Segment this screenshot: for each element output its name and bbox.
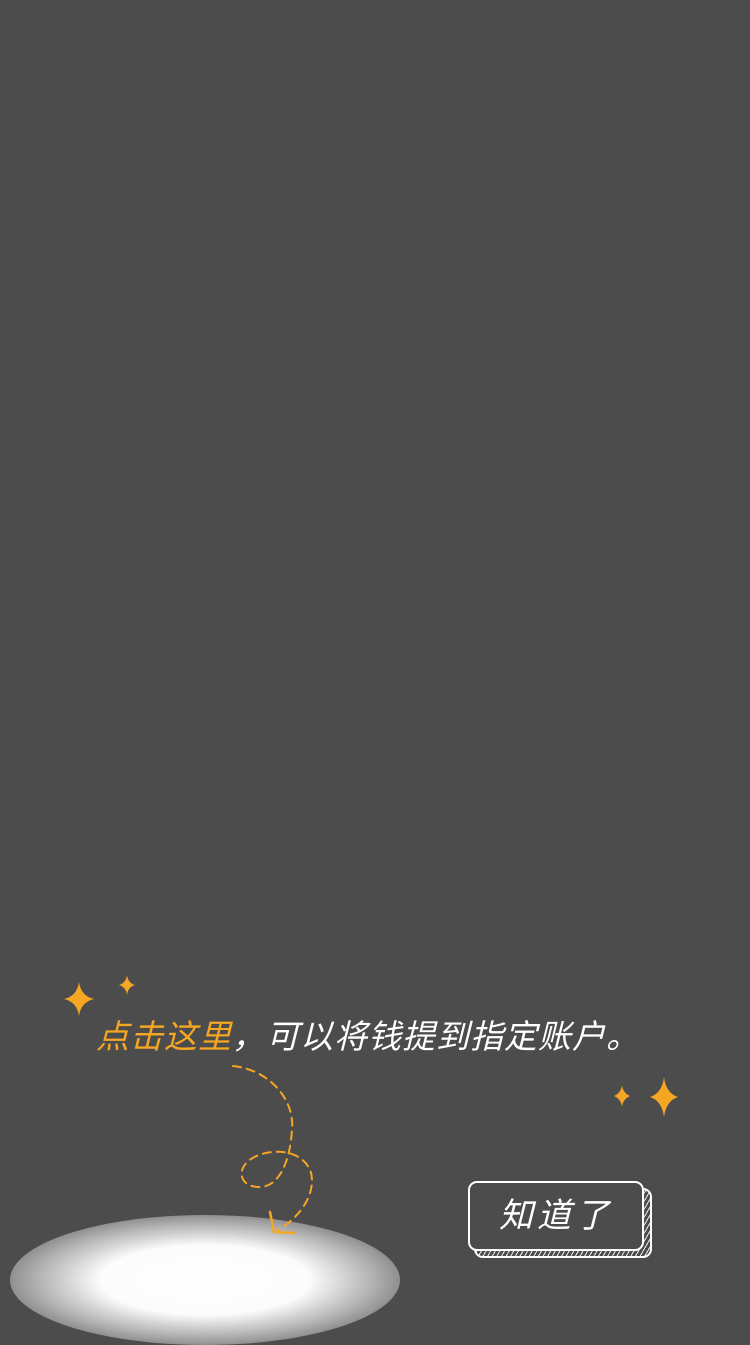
spotlight-highlight[interactable] — [10, 1215, 400, 1345]
got-it-button[interactable]: 知道了 — [468, 1181, 644, 1251]
guide-tip-text: 点击这里，可以将钱提到指定账户。 — [96, 1014, 696, 1060]
tip-body-text: ，可以将钱提到指定账户。 — [232, 1017, 640, 1056]
tip-highlight-text: 点击这里 — [96, 1017, 232, 1056]
guide-overlay — [0, 0, 750, 1334]
